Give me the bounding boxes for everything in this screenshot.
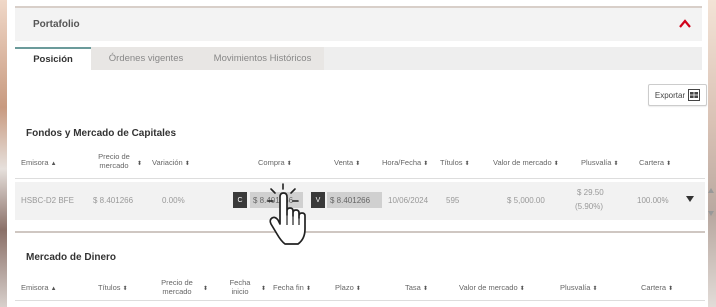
money-header-emisora[interactable]: Emisora ▲ [21, 283, 57, 294]
header-precio-mercado[interactable]: Precio de mercado [94, 152, 134, 170]
tab-bar: Posición Órdenes vigentes Movimientos Hi… [15, 47, 702, 70]
money-header-precio-sort[interactable]: ⬍ [203, 283, 208, 294]
background-right-edge [708, 0, 716, 307]
money-header-fecha-fin[interactable]: Fecha fin ⬍ [273, 283, 311, 294]
header-precio-sort[interactable]: ⬍ [137, 158, 142, 169]
cell-valor: $ 5,000.00 [507, 196, 545, 205]
header-venta[interactable]: Venta ⬍ [334, 158, 360, 169]
money-header-fecha-inicio[interactable]: Fecha inicio [229, 278, 251, 296]
money-header-precio-mercado[interactable]: Precio de mercado [157, 278, 197, 296]
money-header-plusvalia[interactable]: Plusvalía ⬍ [560, 283, 598, 294]
background-left-edge [0, 0, 7, 307]
export-button[interactable]: Exportar [648, 84, 707, 106]
funds-section-title: Fondos y Mercado de Capitales [26, 128, 177, 139]
money-header-cartera[interactable]: Cartera ⬍ [641, 283, 673, 294]
header-titulos[interactable]: Títulos ⬍ [440, 158, 470, 169]
money-header-divider [15, 300, 705, 301]
header-hora-fecha[interactable]: Hora/Fecha ⬍ [382, 158, 428, 169]
panel-title: Portafolio [33, 19, 80, 30]
header-cartera[interactable]: Cartera ⬍ [639, 158, 671, 169]
tab-ordenes-vigentes[interactable]: Órdenes vigentes [91, 47, 201, 70]
chevron-up-icon[interactable] [678, 17, 692, 31]
cell-emisora: HSBC-D2 BFE [21, 196, 74, 205]
buy-button[interactable]: C [233, 192, 247, 208]
cell-plusvalia-pct: (5.90%) [575, 202, 604, 211]
panel-header[interactable]: Portafolio [15, 6, 702, 41]
spreadsheet-icon [688, 89, 701, 101]
header-emisora[interactable]: Emisora ▲ [21, 158, 57, 169]
tab-movimientos-historicos[interactable]: Movimientos Históricos [201, 47, 324, 70]
cell-variacion: 0.00% [162, 196, 185, 205]
money-header-plazo[interactable]: Plazo ⬍ [335, 283, 361, 294]
cell-plusvalia-amount: $ 29.50 [577, 188, 604, 197]
header-variacion[interactable]: Variación ⬍ [152, 158, 190, 169]
money-header-fecha-inicio-sort[interactable]: ⬍ [261, 283, 266, 294]
portfolio-panel: Portafolio Posición Órdenes vigentes Mov… [7, 0, 714, 307]
header-plusvalia[interactable]: Plusvalía ⬍ [581, 158, 619, 169]
pointer-hand-cursor-icon [267, 183, 306, 245]
cell-fecha: 10/06/2024 [388, 196, 429, 205]
tab-posicion[interactable]: Posición [15, 47, 91, 70]
cell-titulos: 595 [446, 196, 460, 205]
scrollbar[interactable] [708, 188, 714, 216]
venta-price: $ 8.401266 [327, 192, 382, 208]
export-label: Exportar [654, 90, 686, 100]
money-header-tasa[interactable]: Tasa ⬍ [405, 283, 428, 294]
money-section-title: Mercado de Dinero [26, 252, 117, 263]
money-header-valor-mercado[interactable]: Valor de mercado ⬍ [459, 283, 525, 294]
header-valor-mercado[interactable]: Valor de mercado ⬍ [493, 158, 559, 169]
row-expand-icon[interactable] [686, 196, 694, 202]
cell-precio: $ 8.401266 [93, 196, 134, 205]
section-divider [15, 231, 705, 233]
money-header-titulos[interactable]: Títulos ⬍ [98, 283, 128, 294]
header-compra[interactable]: Compra ⬍ [258, 158, 292, 169]
row-divider [15, 178, 705, 179]
cell-cartera: 100.00% [637, 196, 669, 205]
